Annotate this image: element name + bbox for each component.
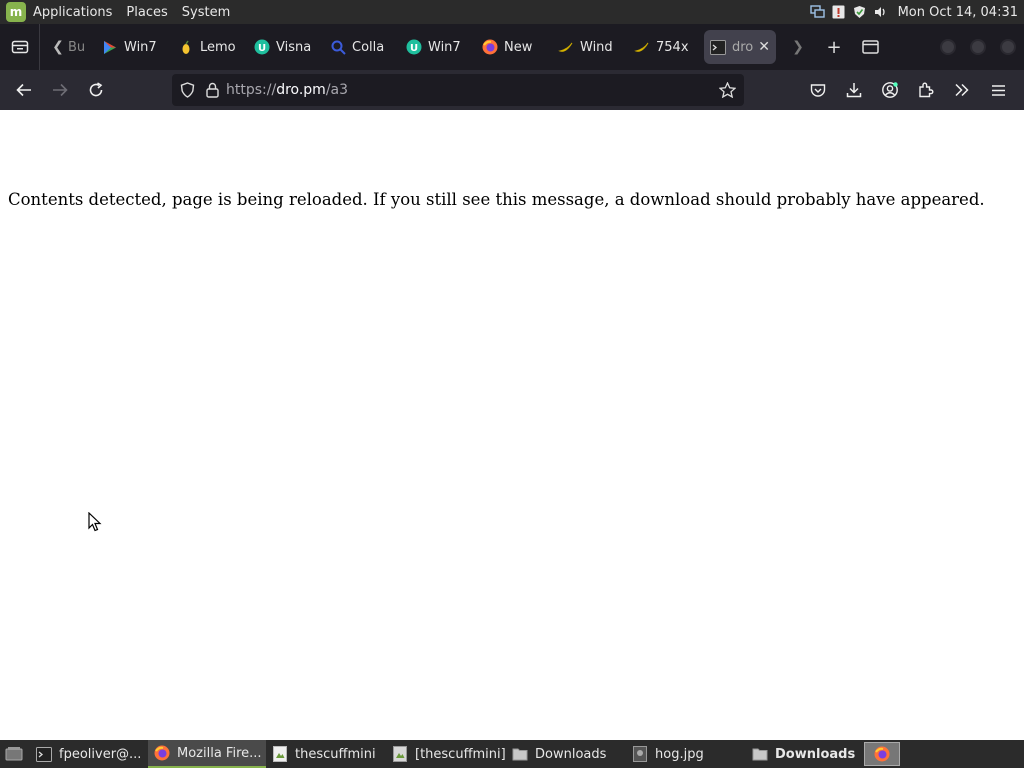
image-viewer-icon: [272, 746, 288, 762]
volume-icon[interactable]: [873, 5, 888, 20]
banana-icon: [558, 39, 574, 55]
firefox-icon: [482, 39, 498, 55]
clock[interactable]: Mon Oct 14, 04:31: [898, 5, 1018, 20]
account-button[interactable]: [872, 74, 908, 106]
tab-strip: ❮ Bu Win7 Lemo U Visna Colla U Win7 New …: [0, 24, 1024, 70]
terminal-icon: [36, 746, 52, 762]
plus-icon: +: [826, 36, 842, 58]
lock-icon[interactable]: [206, 82, 222, 98]
chevron-right-icon: ❯: [792, 39, 804, 55]
show-desktop-button[interactable]: [0, 740, 30, 768]
tab[interactable]: Wind: [552, 30, 628, 64]
u-badge-icon: U: [254, 39, 270, 55]
pocket-icon: [810, 83, 826, 97]
tab[interactable]: U Win7: [400, 30, 476, 64]
taskbar-item[interactable]: [thescuffmini]: [386, 740, 506, 768]
top-panel: m Applications Places System Mon Oct 14,…: [0, 0, 1024, 24]
folder-icon: [752, 746, 768, 762]
tab[interactable]: Lemo: [172, 30, 248, 64]
pocket-button[interactable]: [800, 74, 836, 106]
taskbar-item[interactable]: Downloads: [506, 740, 626, 768]
more-tools-button[interactable]: [944, 74, 980, 106]
page-content: Contents detected, page is being reloade…: [0, 110, 1024, 740]
terminal-icon: [710, 39, 726, 55]
firefox-view-button[interactable]: [0, 24, 40, 70]
toolbar-right: [800, 74, 1016, 106]
app-menu-button[interactable]: [980, 74, 1016, 106]
account-icon: [882, 82, 898, 98]
taskbar-item-active[interactable]: Mozilla Fire...: [148, 740, 266, 768]
tabs-list-icon: [861, 40, 879, 54]
taskbar: fpeoliver@... Mozilla Fire... thescuffmi…: [0, 740, 1024, 768]
close-window-button[interactable]: [1000, 39, 1016, 55]
chevron-left-icon: ❮: [52, 39, 64, 55]
banana-icon: [634, 39, 650, 55]
tab[interactable]: 754x: [628, 30, 704, 64]
downloads-button[interactable]: [836, 74, 872, 106]
shield-icon[interactable]: [852, 5, 867, 20]
tab[interactable]: U Visna: [248, 30, 324, 64]
list-all-tabs-button[interactable]: [852, 24, 888, 70]
reload-button[interactable]: [78, 74, 114, 106]
network-icon[interactable]: [809, 5, 825, 20]
play-store-icon: [102, 39, 118, 55]
url-bar[interactable]: https://dro.pm/a3: [172, 74, 744, 106]
update-warning-icon[interactable]: [831, 5, 846, 20]
mint-menu-icon[interactable]: m: [6, 2, 26, 22]
mouse-cursor-icon: [88, 512, 102, 532]
tab[interactable]: New: [476, 30, 552, 64]
double-chevron-right-icon: [955, 83, 969, 97]
puzzle-icon: [919, 82, 934, 98]
close-tab-icon[interactable]: ✕: [754, 39, 770, 55]
maximize-window-button[interactable]: [970, 39, 986, 55]
tab[interactable]: Bu: [66, 30, 96, 64]
svg-text:U: U: [258, 43, 266, 54]
taskbar-item[interactable]: thescuffmini: [266, 740, 386, 768]
folder-icon: [512, 746, 528, 762]
tab-active[interactable]: dro ✕: [704, 30, 776, 64]
forward-button[interactable]: [42, 74, 78, 106]
svg-text:U: U: [410, 43, 418, 54]
firefox-icon: [874, 746, 890, 762]
lemon-icon: [178, 39, 194, 55]
image-viewer-icon: [392, 746, 408, 762]
tracking-protection-shield-icon[interactable]: [180, 82, 198, 98]
url-text[interactable]: https://dro.pm/a3: [226, 82, 348, 98]
u-badge-icon: U: [406, 39, 422, 55]
taskbar-firefox-launcher[interactable]: [864, 742, 900, 766]
arrow-right-icon: [53, 83, 68, 97]
reload-message: Contents detected, page is being reloade…: [8, 190, 985, 209]
download-icon: [846, 83, 862, 98]
arrow-left-icon: [16, 83, 31, 97]
menu-applications[interactable]: Applications: [33, 5, 112, 20]
tab[interactable]: Colla: [324, 30, 400, 64]
bookmark-star-icon[interactable]: [719, 82, 736, 98]
extensions-button[interactable]: [908, 74, 944, 106]
search-icon: [330, 39, 346, 55]
back-button[interactable]: [6, 74, 42, 106]
taskbar-item[interactable]: Downloads: [746, 740, 864, 768]
firefox-view-icon: [11, 40, 28, 54]
image-file-icon: [632, 746, 648, 762]
menu-places[interactable]: Places: [126, 5, 167, 20]
navigation-toolbar: https://dro.pm/a3: [0, 70, 1024, 110]
new-tab-button[interactable]: +: [816, 24, 852, 70]
tab[interactable]: Win7: [96, 30, 172, 64]
firefox-icon: [154, 745, 170, 761]
menu-system[interactable]: System: [182, 5, 230, 20]
hamburger-menu-icon: [991, 84, 1005, 96]
reload-icon: [89, 82, 103, 97]
taskbar-item[interactable]: hog.jpg: [626, 740, 746, 768]
show-desktop-icon: [5, 747, 23, 761]
minimize-window-button[interactable]: [940, 39, 956, 55]
taskbar-item[interactable]: fpeoliver@...: [30, 740, 148, 768]
system-tray: [809, 5, 888, 20]
scroll-tabs-right-button[interactable]: ❯: [780, 24, 816, 70]
